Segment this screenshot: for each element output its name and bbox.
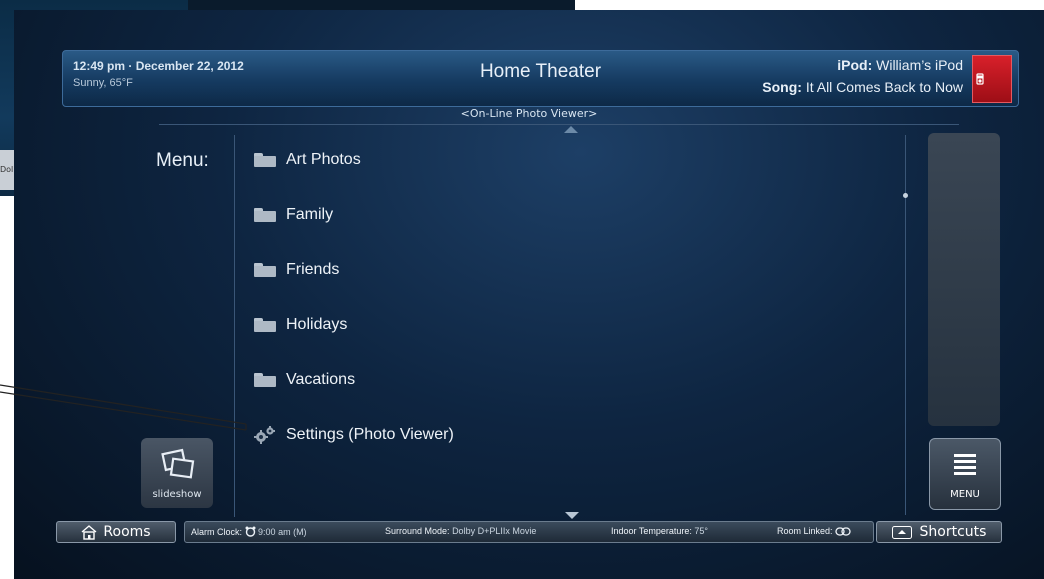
room-linked-status: Room Linked: (777, 526, 851, 538)
alarm-label: Alarm Clock: (191, 527, 243, 537)
surround-status: Surround Mode: Dolby D+PLIIx Movie (385, 526, 536, 536)
alarm-status: Alarm Clock: 9:00 am (M) (191, 526, 307, 539)
folder-icon (254, 153, 276, 167)
surround-label: Surround Mode: (385, 526, 450, 536)
menu-label: Menu: (156, 150, 209, 171)
scrollbar-track[interactable] (905, 135, 906, 515)
ipod-label: iPod: (837, 57, 873, 73)
menu-button-label: MENU (950, 489, 980, 500)
eject-icon (891, 525, 912, 539)
song-label: Song: (762, 79, 802, 95)
scrollbar-thumb[interactable] (903, 193, 908, 198)
room-linked-label: Room Linked: (777, 526, 833, 536)
scroll-up-icon[interactable] (564, 126, 578, 133)
menu-item-label: Art Photos (286, 151, 361, 168)
slideshow-label: slideshow (152, 489, 202, 500)
ipod-status: iPod: William’s iPod (837, 57, 963, 73)
viewer-subtitle: <On-Line Photo Viewer> (460, 107, 598, 120)
home-icon (81, 524, 97, 540)
menu-item-label: Vacations (286, 371, 356, 388)
slideshow-icon (161, 448, 195, 479)
menu-item-label: Family (286, 206, 334, 223)
divider-vertical (234, 135, 235, 517)
rooms-button[interactable]: Rooms (56, 521, 176, 543)
shortcuts-label: Shortcuts (919, 524, 987, 540)
menu-item-label: Settings (Photo Viewer) (286, 426, 454, 443)
status-bar: Alarm Clock: 9:00 am (M) Surround Mode: … (184, 521, 874, 543)
ipod-icon[interactable] (972, 55, 1012, 103)
temperature-value: 75° (694, 526, 709, 536)
hamburger-icon (954, 454, 976, 475)
callout-lines (0, 384, 247, 431)
side-panel (928, 133, 1000, 426)
menu-item-settings[interactable]: Settings (Photo Viewer) (254, 415, 454, 455)
menu-button[interactable]: MENU (929, 438, 1001, 510)
alarm-value: 9:00 am (M) (258, 527, 307, 537)
folder-icon (254, 263, 276, 277)
temperature-status: Indoor Temperature: 75° (611, 526, 708, 536)
menu-item-label: Friends (286, 261, 340, 278)
folder-icon (254, 318, 276, 332)
alarm-clock-icon (245, 526, 256, 539)
home-theater-screen: 12:49 pm · December 22, 2012 Sunny, 65°F… (14, 10, 1044, 579)
link-icon (835, 527, 851, 538)
menu-item-family[interactable]: Family (254, 195, 333, 235)
menu-item-art-photos[interactable]: Art Photos (254, 140, 361, 180)
folder-icon (254, 208, 276, 222)
rooms-label: Rooms (103, 524, 151, 540)
scroll-down-icon[interactable] (565, 512, 579, 519)
shortcuts-button[interactable]: Shortcuts (876, 521, 1002, 543)
menu-item-friends[interactable]: Friends (254, 250, 339, 290)
header-bar: 12:49 pm · December 22, 2012 Sunny, 65°F… (62, 50, 1019, 107)
song-status: Song: It All Comes Back to Now (762, 79, 963, 95)
song-value: It All Comes Back to Now (805, 79, 963, 95)
surround-value: Dolby D+PLIIx Movie (452, 526, 537, 536)
slideshow-button[interactable]: slideshow (141, 438, 213, 508)
background-strip: Dol (0, 150, 14, 190)
menu-item-vacations[interactable]: Vacations (254, 360, 355, 400)
divider (159, 124, 959, 125)
background-strip-text: Dol (0, 165, 14, 174)
menu-item-label: Holidays (286, 316, 348, 333)
temperature-label: Indoor Temperature: (611, 526, 692, 536)
background-window-top (188, 0, 575, 10)
menu-item-holidays[interactable]: Holidays (254, 305, 347, 345)
ipod-value: William’s iPod (876, 57, 963, 73)
